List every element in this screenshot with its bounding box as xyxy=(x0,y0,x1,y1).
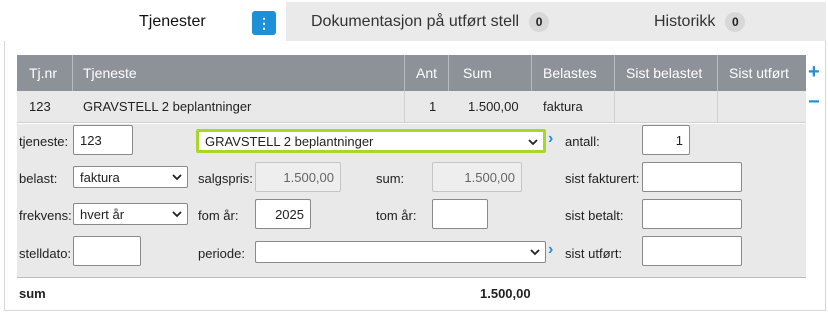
tab-historikk[interactable]: Historikk 0 xyxy=(570,2,826,41)
table-row[interactable]: 123 GRAVSTELL 2 beplantninger 1 1.500,00… xyxy=(17,91,806,123)
fom-label: fom år: xyxy=(198,208,239,223)
col-header-tjnr[interactable]: Tj.nr xyxy=(29,55,57,91)
col-header-belastes[interactable]: Belastes xyxy=(543,55,597,91)
chevron-down-icon xyxy=(528,139,538,146)
table-header: Tj.nr Tjeneste Ant Sum Belastes Sist bel… xyxy=(17,55,806,91)
cell-tjnr: 123 xyxy=(29,99,51,114)
salgspris-label: salgspris: xyxy=(198,171,253,186)
col-header-ant[interactable]: Ant xyxy=(416,55,437,91)
minus-icon[interactable]: − xyxy=(808,91,820,114)
sist-fakturert-input[interactable] xyxy=(642,162,742,192)
periode-label: periode: xyxy=(198,246,245,261)
stelldato-label: stelldato: xyxy=(19,246,72,261)
count-badge: 0 xyxy=(529,11,550,32)
belast-label: belast: xyxy=(19,171,58,186)
tab-label: Tjenester xyxy=(139,12,206,30)
cell-tjeneste: GRAVSTELL 2 beplantninger xyxy=(83,99,252,114)
stelldato-input[interactable] xyxy=(73,236,141,266)
plus-icon[interactable]: + xyxy=(808,61,820,84)
periode-select[interactable] xyxy=(255,241,546,263)
tom-label: tom år: xyxy=(376,208,417,223)
col-header-tjeneste[interactable]: Tjeneste xyxy=(83,55,137,91)
tab-dokumentasjon[interactable]: Dokumentasjon på utført stell 0 xyxy=(286,2,570,41)
tjenester-panel: Tj.nr Tjeneste Ant Sum Belastes Sist bel… xyxy=(4,41,826,311)
antall-input[interactable]: 1 xyxy=(642,125,690,155)
chevron-right-icon[interactable]: › xyxy=(548,241,553,259)
row-editor: tjeneste: 123 GRAVSTELL 2 beplantninger … xyxy=(17,124,806,278)
col-header-sist-utfort[interactable]: Sist utført xyxy=(729,55,789,91)
tab-label: Historikk xyxy=(654,12,716,30)
chevron-down-icon xyxy=(172,211,182,218)
sum-row-value: 1.500,00 xyxy=(480,286,531,301)
tjeneste-input[interactable]: 123 xyxy=(73,125,133,155)
kebab-menu-icon[interactable]: ⋮ xyxy=(252,11,276,35)
belast-select-value: faktura xyxy=(80,169,120,185)
antall-label: antall: xyxy=(565,134,600,149)
cell-sum: 1.500,00 xyxy=(468,99,519,114)
salgspris-input: 1.500,00 xyxy=(255,162,341,192)
tom-input[interactable] xyxy=(432,199,488,229)
tjeneste-select[interactable]: GRAVSTELL 2 beplantninger xyxy=(196,129,546,153)
tab-label: Dokumentasjon på utført stell xyxy=(311,12,520,30)
cell-belastes: faktura xyxy=(543,99,583,114)
tjeneste-label: tjeneste: xyxy=(19,134,69,149)
sist-utfort-label: sist utført: xyxy=(565,246,623,261)
chevron-right-icon[interactable]: › xyxy=(548,130,553,148)
frekvens-select[interactable]: hvert år xyxy=(73,203,188,225)
belast-select[interactable]: faktura xyxy=(73,166,188,188)
chevron-down-icon xyxy=(172,174,182,181)
col-header-sist-belastet[interactable]: Sist belastet xyxy=(626,55,702,91)
col-header-sum[interactable]: Sum xyxy=(463,55,492,91)
tab-bar: Tjenester ⋮ Dokumentasjon på utført stel… xyxy=(4,2,826,41)
tjeneste-select-value: GRAVSTELL 2 beplantninger xyxy=(205,133,374,149)
sum-row: sum 1.500,00 xyxy=(17,278,806,308)
sum-label: sum: xyxy=(376,171,405,186)
sist-fakturert-label: sist fakturert: xyxy=(565,171,640,186)
sist-utfort-input[interactable] xyxy=(642,236,742,266)
sum-row-label: sum xyxy=(19,286,46,301)
chevron-down-icon xyxy=(530,249,540,256)
tab-tjenester[interactable]: Tjenester ⋮ xyxy=(4,2,286,41)
cell-ant: 1 xyxy=(429,99,437,114)
frekvens-select-value: hvert år xyxy=(80,206,125,222)
sum-input: 1.500,00 xyxy=(432,162,522,192)
count-badge: 0 xyxy=(725,11,746,32)
fom-input[interactable]: 2025 xyxy=(255,199,311,229)
sist-betalt-label: sist betalt: xyxy=(565,208,624,223)
sist-betalt-input[interactable] xyxy=(642,199,742,229)
frekvens-label: frekvens: xyxy=(19,208,72,223)
